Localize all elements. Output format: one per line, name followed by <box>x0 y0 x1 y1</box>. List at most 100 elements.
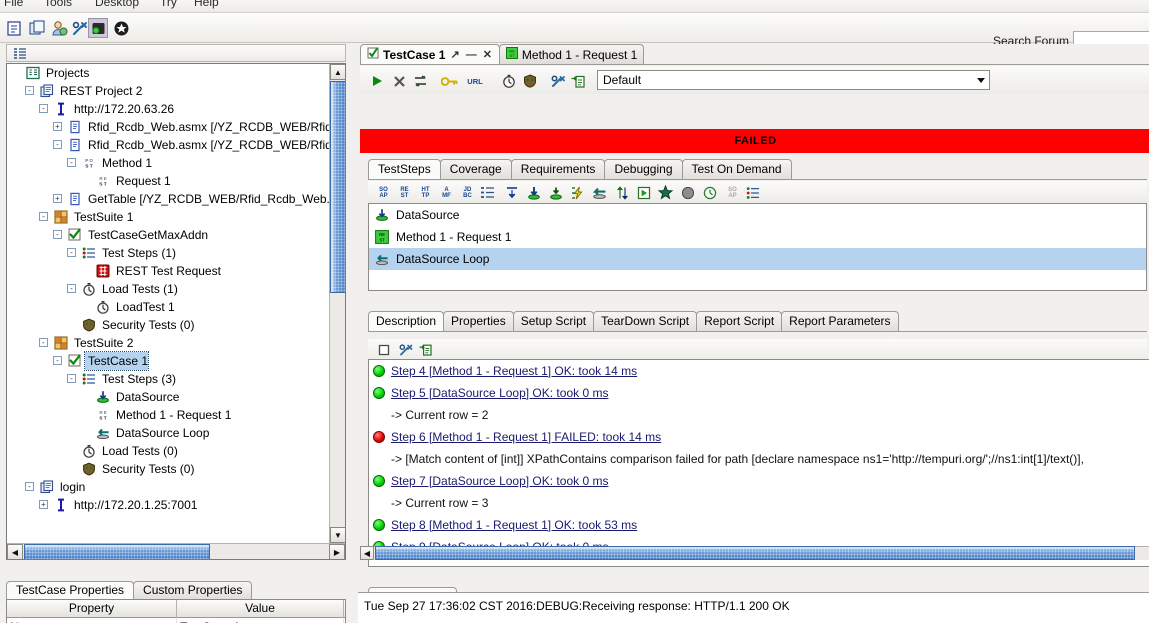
tree-item-login[interactable]: - login <box>7 478 329 496</box>
add-property-transfer-icon[interactable] <box>503 184 520 201</box>
tree-item-testsuite-1[interactable]: - TestSuite 1 <box>7 208 329 226</box>
tree-collapse-toggle[interactable]: - <box>67 284 76 293</box>
testcase-log[interactable]: Step 4 [Method 1 - Request 1] OK: took 1… <box>368 359 1149 567</box>
tree-item-request-1[interactable]: R E S T Request 1 <box>7 172 329 190</box>
log-entry-text[interactable]: Step 8 [Method 1 - Request 1] OK: took 5… <box>391 514 637 536</box>
menu-item-try[interactable]: Try <box>160 0 177 9</box>
tree-expand-toggle[interactable]: + <box>53 122 62 131</box>
log-entry-text[interactable]: Step 7 [DataSource Loop] OK: took 0 ms <box>391 470 608 492</box>
tree-collapse-toggle[interactable]: - <box>39 338 48 347</box>
properties-tabstrip[interactable]: TestCase Properties Custom Properties <box>6 581 253 599</box>
add-run-testcase-icon[interactable] <box>613 184 630 201</box>
tree-item-testcase-1[interactable]: - TestCase 1 <box>7 351 329 371</box>
log-entry-text[interactable]: Step 4 [Method 1 - Request 1] OK: took 1… <box>391 360 637 382</box>
log-entry[interactable]: Step 5 [DataSource Loop] OK: took 0 ms <box>369 382 1149 404</box>
add-http-request-icon[interactable]: HT TP <box>416 184 435 201</box>
tab-properties[interactable]: Properties <box>443 311 514 331</box>
tree-item-testsuite-2[interactable]: - TestSuite 2 <box>7 334 329 352</box>
minimize-tab-button[interactable]: — <box>465 46 478 64</box>
chevron-down-icon[interactable] <box>977 78 985 83</box>
tree-collapse-toggle[interactable]: - <box>67 248 76 257</box>
teststep-row[interactable]: DataSource Loop <box>369 248 1146 270</box>
tree-item-method-1[interactable]: - P O S T Method 1 <box>7 154 329 172</box>
log-hscroll-thumb[interactable] <box>375 546 1135 560</box>
properties-table[interactable]: Property Value Name TestCase 1 <box>6 599 346 623</box>
tree-vscrollbar[interactable]: ▲ ▼ <box>329 64 345 543</box>
log-entry[interactable]: -> Current row = 3 <box>369 492 1149 514</box>
tree-collapse-toggle[interactable]: - <box>25 86 34 95</box>
import-project-icon[interactable] <box>27 18 47 38</box>
tree-item-load-tests-0[interactable]: Load Tests (0) <box>7 442 329 460</box>
tree-vscroll-thumb[interactable] <box>330 81 345 293</box>
run-button[interactable] <box>368 72 386 90</box>
cancel-button[interactable] <box>390 72 408 90</box>
tree-collapse-toggle[interactable]: - <box>39 212 48 221</box>
add-wait-icon[interactable] <box>701 184 718 201</box>
tab-coverage[interactable]: Coverage <box>439 159 512 179</box>
log-scroll-left-button[interactable]: ◀ <box>360 546 374 560</box>
tab-test-on-demand[interactable]: Test On Demand <box>681 159 792 179</box>
log-entry-text[interactable]: Step 5 [DataSource Loop] OK: took 0 ms <box>391 382 608 404</box>
export-log-icon[interactable] <box>418 342 434 358</box>
tree-item-rest-project-2[interactable]: - REST Project 2 <box>7 82 329 100</box>
teststep-row[interactable]: DataSource <box>369 204 1146 226</box>
log-entry[interactable]: Step 4 [Method 1 - Request 1] OK: took 1… <box>369 360 1149 382</box>
teststeps-list[interactable]: DataSource RE ST Method 1 - Request 1 Dat… <box>368 203 1147 291</box>
soapui-trial-icon[interactable] <box>88 18 108 38</box>
tab-requirements[interactable]: Requirements <box>510 159 606 179</box>
loop-button[interactable] <box>411 72 429 90</box>
tree-item-test-steps-1[interactable]: - Test Steps (1) <box>7 244 329 262</box>
maximize-tab-button[interactable]: ↗ <box>449 46 460 64</box>
add-datasink-icon[interactable] <box>547 184 564 201</box>
log-entry[interactable]: Step 8 [Method 1 - Request 1] OK: took 5… <box>369 514 1149 536</box>
teststep-row[interactable]: RE ST Method 1 - Request 1 <box>369 226 1146 248</box>
add-mockresponse-icon[interactable]: SO AP <box>723 184 742 201</box>
tree-item-testcasegetmaxaddn[interactable]: - TestCaseGetMaxAddn <box>7 226 329 244</box>
tree-scroll-right-button[interactable]: ▶ <box>329 544 345 559</box>
tab-method-1-request-1[interactable]: RE ST Method 1 - Request 1 <box>498 44 645 64</box>
close-tab-button[interactable]: ✕ <box>482 46 493 64</box>
tree-scroll-left-button[interactable]: ◀ <box>7 544 23 559</box>
add-manual-teststep-icon[interactable] <box>744 184 761 201</box>
loadtest-icon[interactable] <box>500 72 518 90</box>
add-conditional-goto-icon[interactable] <box>569 184 586 201</box>
security-test-icon[interactable] <box>521 72 539 90</box>
tree-item-test-steps-3[interactable]: - Test Steps (3) <box>7 370 329 388</box>
add-soap-request-icon[interactable]: SO AP <box>374 184 393 201</box>
log-hscrollbar[interactable]: ◀ <box>360 546 1149 560</box>
clear-log-icon[interactable] <box>376 342 392 358</box>
add-amf-request-icon[interactable]: A MF <box>437 184 456 201</box>
tree-item-rfid-rcdb-web-asmx-yz-rcdb-web-rfid[interactable]: - Rfid_Rcdb_Web.asmx [/YZ_RCDB_WEB/Rfid <box>7 136 329 154</box>
tree-scroll-up-button[interactable]: ▲ <box>330 64 345 80</box>
create-report-icon[interactable] <box>569 72 587 90</box>
add-jdbc-request-icon[interactable]: JD BC <box>458 184 477 201</box>
tab-testcase-1[interactable]: TestCase 1 ↗ — ✕ <box>360 44 500 64</box>
add-assertion-icon[interactable] <box>657 184 674 201</box>
tree-item-rfid-rcdb-web-asmx-yz-rcdb-web-rfid[interactable]: + Rfid_Rcdb_Web.asmx [/YZ_RCDB_WEB/Rfid <box>7 118 329 136</box>
tree-expand-toggle[interactable]: + <box>39 500 48 509</box>
menu-item-tools[interactable]: Tools <box>44 0 72 9</box>
tree-collapse-toggle[interactable]: - <box>39 104 48 113</box>
tree-hscroll-thumb[interactable] <box>24 544 210 559</box>
add-groovy-script-icon[interactable] <box>635 184 652 201</box>
teststeps-toolbar[interactable]: SO AP RE ST HT TP A MF JD BC SO AP <box>368 181 1147 203</box>
tree-collapse-toggle[interactable]: - <box>53 356 62 365</box>
menu-item-help[interactable]: Help <box>194 0 219 9</box>
tree-item-load-tests-1[interactable]: - Load Tests (1) <box>7 280 329 298</box>
add-datasource-icon[interactable] <box>525 184 542 201</box>
project-tree[interactable]: Projects - REST Project 2- http://172.20.6… <box>7 64 329 543</box>
tree-collapse-toggle[interactable]: - <box>67 374 76 383</box>
tab-report-script[interactable]: Report Script <box>696 311 783 331</box>
tree-item-http-172-20-1-25-7001[interactable]: + http://172.20.1.25:7001 <box>7 496 329 514</box>
table-row[interactable]: Name TestCase 1 <box>7 618 345 623</box>
tab-teardown-script[interactable]: TearDown Script <box>593 311 698 331</box>
tree-scroll-down-button[interactable]: ▼ <box>330 527 345 543</box>
tree-item-rest-test-request[interactable]: REST Test Request <box>7 262 329 280</box>
tab-debugging[interactable]: Debugging <box>604 159 683 179</box>
tree-item-security-tests-0[interactable]: Security Tests (0) <box>7 460 329 478</box>
options-icon[interactable] <box>549 72 567 90</box>
tree-item-http-172-20-63-26[interactable]: - http://172.20.63.26 <box>7 100 329 118</box>
tree-collapse-toggle[interactable]: - <box>53 230 62 239</box>
tree-collapse-toggle[interactable]: - <box>25 482 34 491</box>
log-entry[interactable]: -> Current row = 2 <box>369 404 1149 426</box>
